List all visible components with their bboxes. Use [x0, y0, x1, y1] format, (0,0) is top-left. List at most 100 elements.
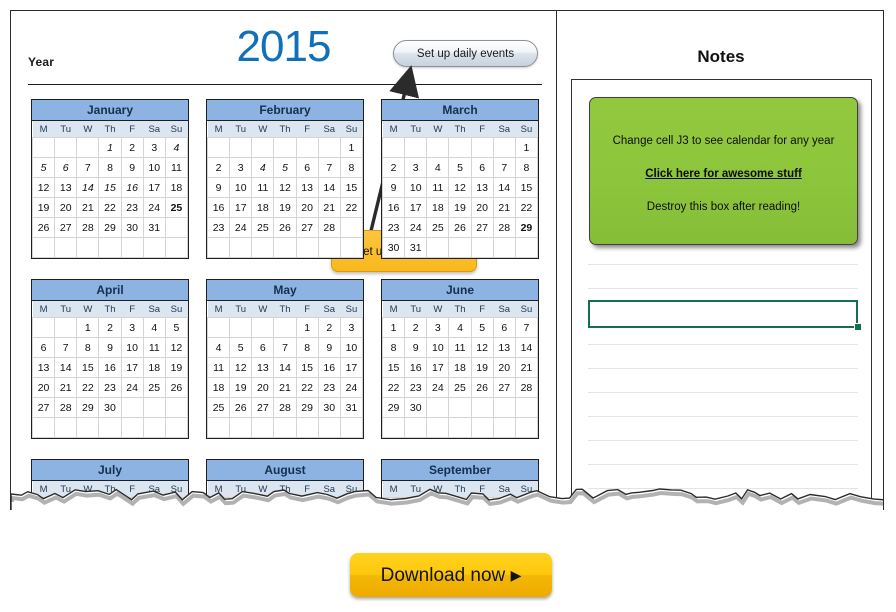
cell-fill-handle[interactable]	[854, 323, 862, 331]
day-cell[interactable]: 4	[142, 317, 166, 338]
day-cell[interactable]: 18	[164, 177, 189, 198]
day-cell[interactable]: 12	[448, 177, 472, 198]
notes-cell-input[interactable]	[588, 300, 858, 328]
day-cell[interactable]: 17	[404, 197, 428, 218]
day-cell[interactable]: 1	[76, 497, 100, 510]
day-cell[interactable]: 2	[381, 157, 406, 178]
day-cell[interactable]: 13	[54, 177, 78, 198]
day-cell[interactable]: 11	[206, 357, 231, 378]
day-cell[interactable]: 5	[229, 337, 253, 358]
day-cell[interactable]: 14	[514, 337, 539, 358]
day-cell[interactable]: 30	[381, 237, 406, 258]
day-cell[interactable]: 14	[492, 177, 516, 198]
setup-daily-events-button[interactable]: Set up daily events	[393, 40, 538, 67]
day-cell[interactable]: 20	[470, 197, 494, 218]
day-cell[interactable]: 21	[54, 377, 78, 398]
day-cell[interactable]: 28	[76, 217, 100, 238]
day-cell[interactable]: 25	[164, 197, 189, 218]
day-cell[interactable]: 15	[295, 357, 319, 378]
day-cell[interactable]: 24	[404, 217, 428, 238]
day-cell[interactable]: 18	[426, 197, 450, 218]
day-cell[interactable]: 20	[492, 357, 516, 378]
day-cell[interactable]: 5	[164, 497, 189, 510]
day-cell[interactable]: 18	[251, 197, 275, 218]
day-cell[interactable]: 27	[295, 217, 319, 238]
day-cell[interactable]: 21	[317, 197, 341, 218]
day-cell[interactable]: 24	[120, 377, 144, 398]
day-cell[interactable]: 7	[54, 337, 78, 358]
day-cell[interactable]: 1	[317, 497, 341, 510]
day-cell[interactable]: 3	[448, 497, 472, 510]
day-cell[interactable]: 27	[470, 217, 494, 238]
day-cell[interactable]: 13	[31, 357, 56, 378]
day-cell[interactable]: 2	[98, 497, 122, 510]
day-cell[interactable]: 22	[76, 377, 100, 398]
day-cell[interactable]: 27	[31, 397, 56, 418]
day-cell[interactable]: 9	[381, 177, 406, 198]
day-cell[interactable]: 24	[339, 377, 364, 398]
day-cell[interactable]: 11	[142, 337, 166, 358]
day-cell[interactable]: 19	[470, 357, 494, 378]
day-cell[interactable]: 10	[426, 337, 450, 358]
day-cell[interactable]: 12	[229, 357, 253, 378]
day-cell[interactable]: 10	[339, 337, 364, 358]
day-cell[interactable]: 31	[142, 217, 166, 238]
day-cell[interactable]: 10	[142, 157, 166, 178]
day-cell[interactable]: 18	[206, 377, 231, 398]
day-cell[interactable]: 17	[339, 357, 364, 378]
day-cell[interactable]: 21	[492, 197, 516, 218]
day-cell[interactable]: 20	[295, 197, 319, 218]
day-cell[interactable]: 4	[470, 497, 494, 510]
day-cell[interactable]: 4	[142, 497, 166, 510]
day-cell[interactable]: 22	[98, 197, 122, 218]
day-cell[interactable]: 8	[98, 157, 122, 178]
day-cell[interactable]: 7	[317, 157, 341, 178]
day-cell[interactable]: 16	[317, 357, 341, 378]
day-cell[interactable]: 15	[339, 177, 364, 198]
day-cell[interactable]: 22	[339, 197, 364, 218]
awesome-stuff-link[interactable]: Click here for awesome stuff	[590, 168, 857, 180]
day-cell[interactable]: 11	[251, 177, 275, 198]
day-cell[interactable]: 31	[339, 397, 364, 418]
day-cell[interactable]: 7	[492, 157, 516, 178]
day-cell[interactable]: 3	[229, 157, 253, 178]
day-cell[interactable]: 22	[381, 377, 406, 398]
day-cell[interactable]: 11	[448, 337, 472, 358]
day-cell[interactable]: 23	[98, 377, 122, 398]
day-cell[interactable]: 26	[164, 377, 189, 398]
day-cell[interactable]: 1	[381, 317, 406, 338]
day-cell[interactable]: 14	[273, 357, 297, 378]
day-cell[interactable]: 20	[251, 377, 275, 398]
day-cell[interactable]: 26	[448, 217, 472, 238]
day-cell[interactable]: 5	[448, 157, 472, 178]
day-cell[interactable]: 6	[54, 157, 78, 178]
day-cell[interactable]: 19	[448, 197, 472, 218]
day-cell[interactable]: 1	[514, 137, 539, 158]
day-cell[interactable]: 24	[229, 217, 253, 238]
day-cell[interactable]: 20	[31, 377, 56, 398]
day-cell[interactable]: 19	[273, 197, 297, 218]
day-cell[interactable]: 15	[76, 357, 100, 378]
day-cell[interactable]: 6	[295, 157, 319, 178]
day-cell[interactable]: 29	[514, 217, 539, 238]
day-cell[interactable]: 26	[229, 397, 253, 418]
day-cell[interactable]: 28	[514, 377, 539, 398]
download-now-button[interactable]: Download now ▶	[350, 553, 552, 597]
day-cell[interactable]: 15	[98, 177, 122, 198]
day-cell[interactable]: 30	[120, 217, 144, 238]
day-cell[interactable]: 28	[273, 397, 297, 418]
day-cell[interactable]: 2	[120, 137, 144, 158]
day-cell[interactable]: 6	[31, 337, 56, 358]
day-cell[interactable]: 3	[426, 317, 450, 338]
day-cell[interactable]: 3	[339, 317, 364, 338]
day-cell[interactable]: 7	[273, 337, 297, 358]
day-cell[interactable]: 29	[98, 217, 122, 238]
day-cell[interactable]: 13	[295, 177, 319, 198]
day-cell[interactable]: 2	[426, 497, 450, 510]
day-cell[interactable]: 6	[251, 337, 275, 358]
day-cell[interactable]: 25	[142, 377, 166, 398]
day-cell[interactable]: 6	[514, 497, 539, 510]
day-cell[interactable]: 29	[295, 397, 319, 418]
day-cell[interactable]: 29	[76, 397, 100, 418]
day-cell[interactable]: 6	[470, 157, 494, 178]
